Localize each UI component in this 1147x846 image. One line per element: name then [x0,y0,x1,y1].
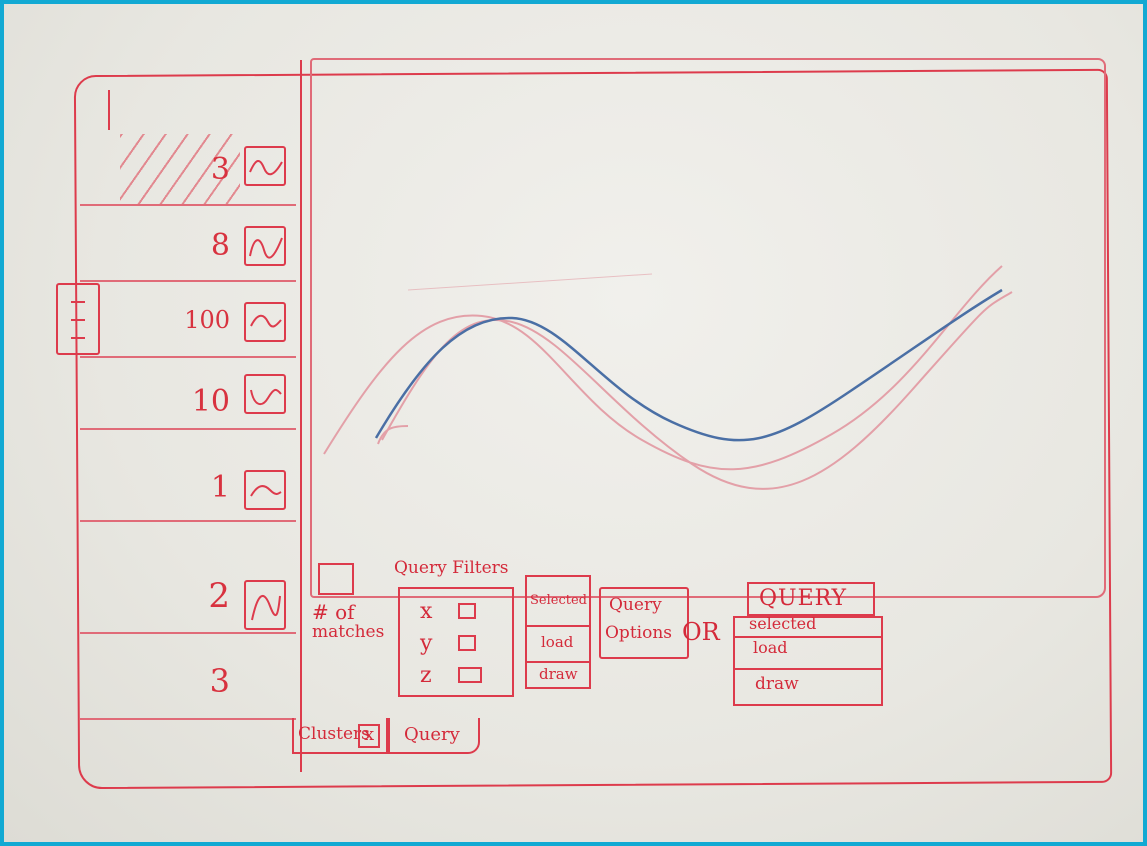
filter-checkbox-y[interactable] [458,635,476,651]
cluster-row[interactable]: 3 [80,634,296,720]
query-filters-panel: x y z [398,587,514,697]
tab-clusters[interactable]: Clusters x [292,718,388,754]
selected-button[interactable]: selected [749,614,816,633]
mini-line-chart-icon [244,374,286,414]
filter-checkbox-x[interactable] [458,603,476,619]
filter-label: y [420,631,433,656]
query-options-label: Query [609,595,662,615]
cluster-count: 3 [209,662,230,700]
load-button[interactable]: load [541,633,573,651]
draw-button[interactable]: draw [539,665,578,683]
load-button[interactable]: load [753,638,788,657]
action-stack-small: Selected load draw [525,575,591,689]
query-button-label: QUERY [759,586,848,611]
cluster-count: 10 [191,384,230,419]
query-filters-title: Query Filters [394,558,509,578]
tab-query[interactable]: Query [388,718,480,754]
cluster-row[interactable]: 100 [80,282,296,358]
cluster-count: 2 [208,576,230,616]
cluster-row[interactable]: 8 [80,206,296,282]
cluster-row[interactable]: 3 [80,134,296,206]
mini-line-chart-icon [244,470,286,510]
close-icon: x [364,724,375,745]
draw-button[interactable]: draw [755,674,799,694]
query-options-button[interactable]: Query Options [599,587,689,659]
cluster-row[interactable]: 10 [80,358,296,430]
cluster-row[interactable]: 1 [80,430,296,522]
cluster-list-header [108,90,114,130]
cluster-count: 3 [210,152,230,187]
cluster-count: 100 [184,306,230,334]
tab-query-label: Query [404,724,460,745]
query-options-label: Options [605,623,672,643]
mini-line-chart-icon [244,226,286,266]
cluster-count: 8 [210,228,230,263]
selected-button[interactable]: Selected [530,593,587,608]
matches-label: # of [312,600,355,624]
close-tab-button[interactable]: x [358,724,380,748]
filter-label: x [420,599,433,624]
filter-label: z [420,663,432,688]
cluster-count: 1 [210,470,230,505]
matches-count-box [318,563,354,595]
or-label: OR [682,618,720,646]
filter-checkbox-z[interactable] [458,667,482,683]
matches-label: matches [312,622,385,642]
series-plot [323,265,1013,490]
query-button[interactable]: QUERY [747,582,875,616]
main-plot[interactable] [310,58,1106,598]
mini-line-chart-icon [244,580,286,630]
highlight-series-line [374,288,1003,442]
mini-line-chart-icon [244,146,286,186]
action-stack-large: selected load draw [733,614,883,706]
mini-line-chart-icon [244,302,286,342]
faint-series-line [381,291,1013,490]
cluster-row[interactable]: 2 [80,522,296,634]
